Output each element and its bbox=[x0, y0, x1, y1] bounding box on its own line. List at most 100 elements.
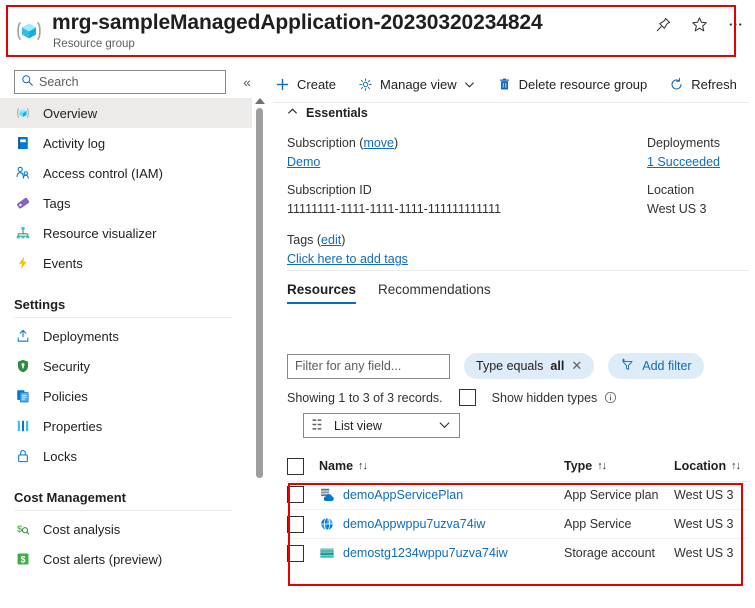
sidebar-item-locks[interactable]: Locks bbox=[0, 441, 252, 471]
row-checkbox[interactable] bbox=[287, 486, 304, 503]
tab-recommendations[interactable]: Recommendations bbox=[378, 282, 491, 304]
sort-icon[interactable]: ↑↓ bbox=[358, 460, 367, 472]
sidebar-item-cost-analysis[interactable]: $ Cost analysis bbox=[0, 514, 252, 544]
table-row[interactable]: demoAppwppu7uzva74iw App Service West US… bbox=[287, 509, 749, 538]
resource-link[interactable]: demoAppwppu7uzva74iw bbox=[343, 517, 485, 531]
column-header-name-label: Name bbox=[319, 459, 353, 473]
info-icon[interactable] bbox=[604, 391, 617, 405]
table-row[interactable]: demoAppServicePlan App Service plan West… bbox=[287, 480, 749, 509]
sort-icon[interactable]: ↑↓ bbox=[731, 460, 740, 472]
subscription-value: Demo bbox=[287, 153, 527, 172]
filter-pill-prefix: Type equals bbox=[476, 359, 543, 373]
title-highlight-box bbox=[6, 5, 736, 57]
page-header: mrg-sampleManagedApplication-20230320234… bbox=[0, 0, 755, 62]
table-body: demoAppServicePlan App Service plan West… bbox=[287, 480, 749, 567]
move-link[interactable]: move bbox=[363, 136, 394, 150]
tags-icon bbox=[14, 195, 31, 212]
sidebar-item-tags[interactable]: Tags bbox=[0, 188, 252, 218]
subscription-label-close: ) bbox=[394, 136, 398, 150]
view-mode-value: List view bbox=[334, 419, 382, 433]
manage-view-button[interactable]: Manage view bbox=[348, 69, 485, 99]
sidebar-item-label: Access control (IAM) bbox=[43, 166, 163, 181]
sidebar-item-properties[interactable]: Properties bbox=[0, 411, 252, 441]
add-filter-button[interactable]: Add filter bbox=[608, 353, 703, 379]
command-bar: Create bbox=[265, 68, 747, 100]
sidebar-item-deployments[interactable]: Deployments bbox=[0, 321, 252, 351]
table-row[interactable]: demostg1234wppu7uzva74iw Storage account… bbox=[287, 538, 749, 567]
essentials-divider bbox=[287, 270, 749, 271]
row-checkbox[interactable] bbox=[287, 516, 304, 533]
properties-icon bbox=[14, 418, 31, 435]
sidebar-divider bbox=[14, 510, 232, 511]
svg-text:$: $ bbox=[20, 554, 25, 564]
sidebar-item-label: Overview bbox=[43, 106, 97, 121]
sidebar-item-cost-alerts[interactable]: $ Cost alerts (preview) bbox=[0, 544, 252, 574]
select-all-checkbox[interactable] bbox=[287, 458, 304, 475]
table-header-divider bbox=[287, 481, 749, 482]
list-controls-row: Showing 1 to 3 of 3 records. Show hidden… bbox=[287, 389, 617, 406]
column-header-name[interactable]: Name ↑↓ bbox=[319, 459, 564, 473]
sidebar-item-label: Cost alerts (preview) bbox=[43, 552, 162, 567]
cell-type: App Service bbox=[564, 517, 674, 531]
sidebar-item-label: Tags bbox=[43, 196, 70, 211]
subscription-link[interactable]: Demo bbox=[287, 155, 320, 169]
close-icon[interactable]: ✕ bbox=[571, 358, 582, 374]
scrollbar-thumb[interactable] bbox=[256, 108, 263, 478]
delete-label: Delete resource group bbox=[519, 77, 648, 92]
filter-field-input[interactable]: Filter for any field... bbox=[287, 354, 450, 379]
sidebar-item-label: Policies bbox=[43, 389, 88, 404]
add-tags-link[interactable]: Click here to add tags bbox=[287, 252, 408, 266]
scroll-up-arrow-icon[interactable] bbox=[255, 98, 265, 104]
policies-icon bbox=[14, 388, 31, 405]
plus-icon bbox=[275, 77, 290, 92]
search-input[interactable]: Search bbox=[14, 70, 226, 94]
sidebar-item-resource-visualizer[interactable]: Resource visualizer bbox=[0, 218, 252, 248]
sidebar-item-events[interactable]: Events bbox=[0, 248, 252, 278]
sidebar-nav: Overview Activity log bbox=[0, 98, 265, 574]
refresh-icon bbox=[669, 77, 684, 92]
command-bar-divider bbox=[273, 102, 749, 103]
edit-tags-link[interactable]: edit bbox=[321, 233, 341, 247]
view-mode-select[interactable]: List view bbox=[303, 413, 460, 438]
trash-icon bbox=[497, 77, 512, 92]
sidebar-item-security[interactable]: Security bbox=[0, 351, 252, 381]
filter-pill-type[interactable]: Type equals all ✕ bbox=[464, 353, 594, 379]
delete-resource-group-button[interactable]: Delete resource group bbox=[487, 69, 658, 99]
column-header-location[interactable]: Location ↑↓ bbox=[674, 459, 755, 473]
row-checkbox[interactable] bbox=[287, 545, 304, 562]
sort-icon[interactable]: ↑↓ bbox=[597, 460, 606, 472]
resource-link[interactable]: demostg1234wppu7uzva74iw bbox=[343, 546, 508, 560]
sidebar-item-access-control[interactable]: Access control (IAM) bbox=[0, 158, 252, 188]
deployments-link[interactable]: 1 Succeeded bbox=[647, 155, 720, 169]
azure-portal-resource-group-page: mrg-sampleManagedApplication-20230320234… bbox=[0, 0, 755, 608]
column-header-location-label: Location bbox=[674, 459, 726, 473]
sidebar-item-label: Locks bbox=[43, 449, 77, 464]
essentials-toggle[interactable]: Essentials bbox=[287, 106, 368, 120]
access-control-icon bbox=[14, 165, 31, 182]
add-filter-icon bbox=[620, 357, 635, 375]
row-select-cell bbox=[287, 545, 319, 562]
storage-account-icon bbox=[319, 545, 335, 561]
events-icon bbox=[14, 255, 31, 272]
sidebar-scrollbar[interactable] bbox=[255, 98, 263, 492]
subscription-id-label: Subscription ID bbox=[287, 181, 527, 200]
chevron-double-left-icon[interactable]: « bbox=[238, 72, 256, 92]
sidebar-item-label: Deployments bbox=[43, 329, 119, 344]
sidebar-item-overview[interactable]: Overview bbox=[0, 98, 252, 128]
deployments-icon bbox=[14, 328, 31, 345]
show-hidden-types-checkbox[interactable] bbox=[459, 389, 476, 406]
tags-label: Tags (edit) bbox=[287, 231, 527, 250]
essentials-left-column: Subscription (move) Demo Subscription ID… bbox=[287, 134, 527, 278]
cell-type: App Service plan bbox=[564, 488, 674, 502]
deployments-field: Deployments 1 Succeeded bbox=[647, 134, 755, 172]
sidebar-item-policies[interactable]: Policies bbox=[0, 381, 252, 411]
tab-resources[interactable]: Resources bbox=[287, 282, 356, 304]
sidebar-item-activity-log[interactable]: Activity log bbox=[0, 128, 252, 158]
refresh-button[interactable]: Refresh bbox=[659, 69, 747, 99]
resource-link[interactable]: demoAppServicePlan bbox=[343, 488, 463, 502]
tags-label-text: Tags ( bbox=[287, 233, 321, 247]
column-header-type[interactable]: Type ↑↓ bbox=[564, 459, 674, 473]
sidebar-group-settings: Settings bbox=[0, 278, 265, 312]
create-button[interactable]: Create bbox=[265, 69, 346, 99]
resources-table: Name ↑↓ Type ↑↓ Location ↑↓ bbox=[287, 452, 749, 567]
